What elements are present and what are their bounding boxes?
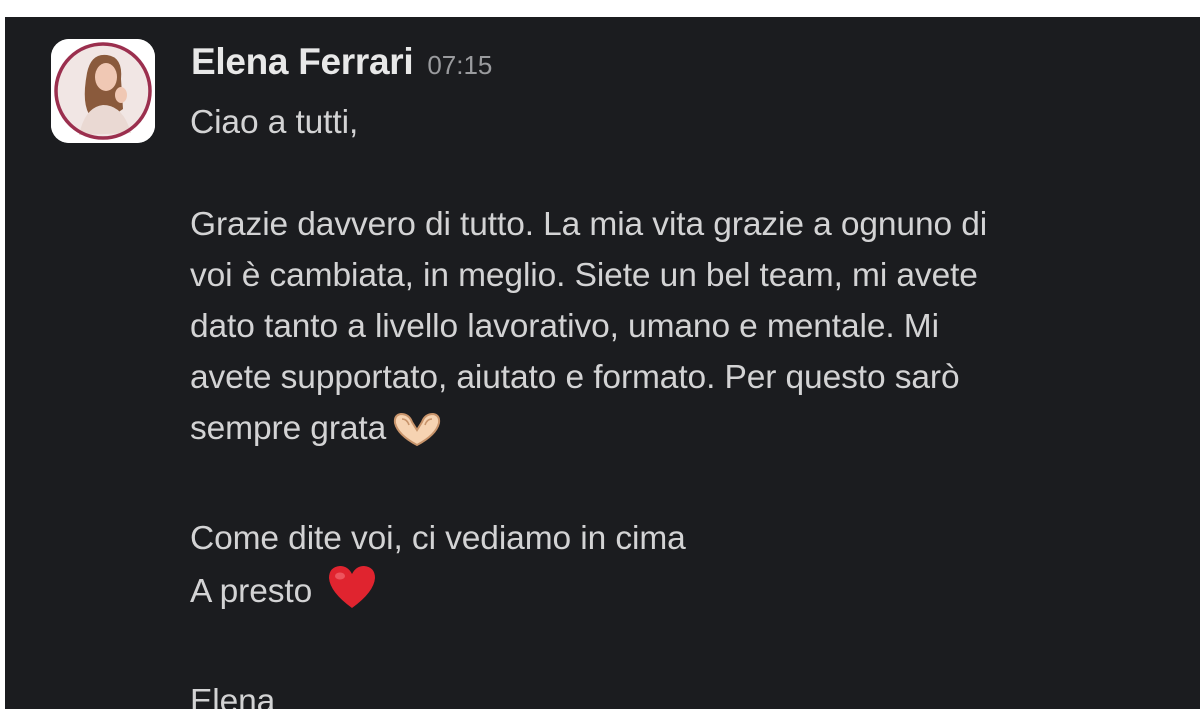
message-body: Ciao a tutti, Grazie davvero di tutto. L… [190, 97, 1190, 709]
message-line: voi è cambiata, in meglio. Siete un bel … [190, 257, 978, 294]
message-panel: Elena Ferrari 07:15 Ciao a tutti, Grazie… [5, 17, 1200, 709]
message-timestamp[interactable]: 07:15 [427, 50, 492, 81]
message-header: Elena Ferrari 07:15 [191, 41, 492, 91]
red-heart-icon [326, 564, 378, 625]
message-line: A presto [190, 564, 1190, 625]
message-line-text: sempre grata [190, 410, 387, 447]
message-line: Come dite voi, ci vediamo in cima [190, 520, 686, 557]
message-line-text: A presto [190, 573, 313, 610]
avatar-photo [51, 39, 155, 143]
message-line: avete supportato, aiutato e formato. Per… [190, 359, 960, 396]
avatar[interactable] [51, 39, 155, 143]
message-signature: Elena [190, 683, 276, 709]
message-line: dato tanto a livello lavorativo, umano e… [190, 308, 939, 345]
line-break [190, 462, 1190, 513]
message-line: sempre grata [190, 403, 1190, 462]
heart-hands-icon [390, 411, 444, 462]
author-name[interactable]: Elena Ferrari [191, 41, 414, 83]
line-break [190, 148, 1190, 199]
message-line: Grazie davvero di tutto. La mia vita gra… [190, 206, 988, 243]
line-break [190, 625, 1190, 676]
message-line: Ciao a tutti, [190, 104, 359, 141]
